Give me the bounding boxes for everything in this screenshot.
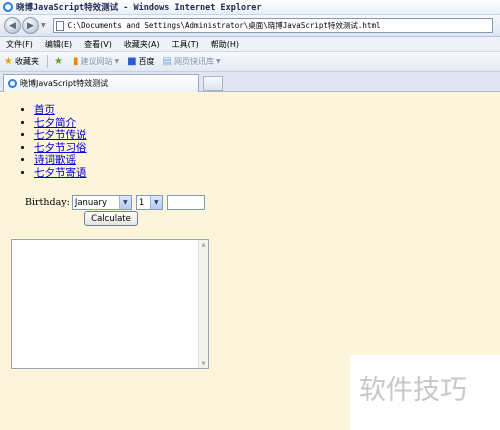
list-item: 七夕节习俗	[34, 142, 87, 155]
address-input[interactable]: C:\Documents and Settings\Administrator\…	[52, 18, 493, 33]
tab-current[interactable]: 晓博JavaScript特效测试	[3, 74, 199, 92]
window-title: 晓博JavaScript特效测试 - Windows Internet Expl…	[16, 3, 262, 13]
scroll-down-icon[interactable]: ▼	[199, 359, 208, 368]
month-value: January	[74, 197, 108, 208]
day-select[interactable]: 1 ▼	[135, 195, 163, 210]
suggested-sites-button[interactable]: ▮ 建议网站 ▼	[73, 56, 119, 67]
link-customs[interactable]: 七夕节习俗	[34, 142, 87, 154]
back-arrow-icon[interactable]: ◀	[4, 17, 21, 34]
link-intro[interactable]: 七夕简介	[34, 117, 76, 129]
menu-edit[interactable]: 编辑(E)	[45, 39, 72, 50]
address-url: C:\Documents and Settings\Administrator\…	[67, 21, 381, 30]
month-select[interactable]: January ▼	[71, 195, 132, 210]
web-slice-icon: ▤	[162, 56, 172, 67]
list-item: 七夕节寄语	[34, 167, 87, 180]
star-icon: ★	[4, 56, 13, 67]
menu-favorites[interactable]: 收藏夹(A)	[124, 39, 160, 50]
list-item: 诗词歌谣	[34, 154, 87, 167]
year-input[interactable]	[166, 195, 205, 210]
menu-help[interactable]: 帮助(H)	[211, 39, 239, 50]
calculate-button[interactable]: Calculate	[84, 211, 138, 226]
suggested-sites-icon: ▮	[72, 56, 79, 67]
list-item: 七夕节传说	[34, 129, 87, 142]
tab-bar: 晓博JavaScript特效测试	[0, 72, 500, 92]
menu-view[interactable]: 查看(V)	[84, 39, 112, 50]
favorites-bar: ★ 收藏夹 ★ ▮ 建议网站 ▼ ■ 百度 ▤ 网页快讯库 ▼	[0, 52, 500, 72]
link-messages[interactable]: 七夕节寄语	[34, 167, 87, 179]
baidu-link[interactable]: ■ 百度	[127, 56, 154, 67]
link-home[interactable]: 首页	[34, 104, 55, 116]
ie-logo-icon	[3, 2, 13, 12]
new-tab-button[interactable]	[203, 76, 223, 91]
favorites-button[interactable]: ★ 收藏夹	[4, 56, 39, 67]
chevron-down-icon: ▼	[114, 58, 120, 65]
birthday-form: Birthday: January ▼ 1 ▼	[25, 195, 205, 210]
tab-title: 晓博JavaScript特效测试	[20, 79, 109, 88]
menu-file[interactable]: 文件(F)	[6, 39, 33, 50]
suggested-sites-label: 建议网站	[80, 57, 113, 66]
page-icon	[55, 20, 64, 31]
forward-arrow-icon[interactable]: ▶	[22, 17, 39, 34]
menu-tools[interactable]: 工具(T)	[172, 39, 199, 50]
history-dropdown-icon[interactable]: ▼	[41, 22, 46, 29]
link-legend[interactable]: 七夕节传说	[34, 129, 87, 141]
chevron-down-icon: ▼	[118, 196, 131, 209]
nav-list: 首页 七夕简介 七夕节传说 七夕节习俗 诗词歌谣 七夕节寄语	[22, 104, 87, 180]
watermark: 软件技巧	[359, 375, 467, 406]
add-star-icon: ★	[53, 56, 63, 67]
birthday-label: Birthday:	[25, 197, 70, 208]
add-favorite-button[interactable]: ★	[54, 56, 65, 67]
window-titlebar: 晓博JavaScript特效测试 - Windows Internet Expl…	[0, 0, 500, 15]
baidu-label: 百度	[138, 57, 155, 66]
menu-bar: 文件(F) 编辑(E) 查看(V) 收藏夹(A) 工具(T) 帮助(H)	[0, 37, 500, 52]
day-value: 1	[138, 197, 145, 208]
web-slice-gallery-button[interactable]: ▤ 网页快讯库 ▼	[163, 56, 221, 67]
textarea-scrollbar[interactable]: ▲ ▼	[198, 240, 208, 368]
address-toolbar: ◀ ▶ ▼ C:\Documents and Settings\Administ…	[0, 15, 500, 37]
chevron-down-icon: ▼	[215, 58, 221, 65]
list-item: 七夕简介	[34, 117, 87, 130]
favorites-label: 收藏夹	[14, 57, 39, 66]
result-textarea[interactable]: ▲ ▼	[11, 239, 209, 369]
list-item: 首页	[34, 104, 87, 117]
chevron-down-icon: ▼	[149, 196, 162, 209]
baidu-paw-icon: ■	[127, 56, 137, 67]
web-slice-label: 网页快讯库	[173, 57, 214, 66]
ie-tab-icon	[8, 79, 17, 88]
scroll-up-icon[interactable]: ▲	[199, 240, 208, 249]
link-poems[interactable]: 诗词歌谣	[34, 154, 76, 166]
toolbar-separator	[46, 55, 48, 68]
